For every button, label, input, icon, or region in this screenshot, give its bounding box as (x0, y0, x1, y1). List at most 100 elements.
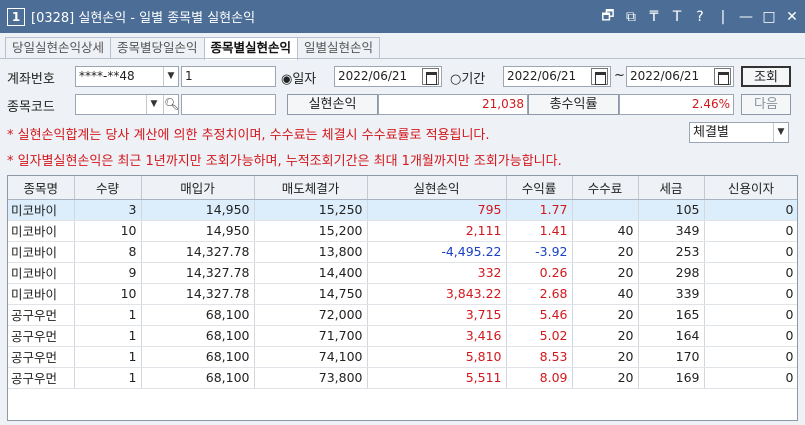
cell-realized-pnl: 5,511 (367, 367, 507, 389)
cell-realized-pnl: 332 (367, 262, 507, 284)
table-row[interactable]: 미코바이 10 14,950 15,200 2,111 1.41 40 349 0 (8, 220, 797, 242)
col-header-tax[interactable]: 세금 (638, 176, 705, 200)
help-icon[interactable]: ? (693, 9, 707, 25)
cell-sell-price: 71,700 (254, 325, 368, 347)
cell-return-rate: 8.09 (506, 367, 573, 389)
col-header-buy-price[interactable]: 매입가 (141, 176, 255, 200)
cell-buy-price: 68,100 (141, 346, 255, 368)
cell-qty: 9 (74, 262, 142, 284)
radio-range[interactable]: ○기간 (450, 68, 485, 87)
filter-select[interactable]: 체결별 ▼ (689, 122, 789, 143)
font-size-icon[interactable]: T (670, 9, 684, 25)
chevron-down-icon[interactable]: ▼ (773, 123, 788, 142)
date-field[interactable]: 2022/06/21 (334, 66, 442, 87)
tab-stock-daily-pnl[interactable]: 종목별당일손익 (110, 37, 205, 59)
cell-tax: 253 (638, 241, 705, 263)
table-row[interactable]: 공구우먼 1 68,100 71,700 3,416 5.02 20 164 0 (8, 325, 797, 347)
radio-date[interactable]: ◉일자 (281, 68, 316, 87)
cell-name: 미코바이 (8, 283, 75, 305)
restore-layout-icon[interactable]: 🗗 (601, 5, 615, 29)
table-row[interactable]: 미코바이 10 14,327.78 14,750 3,843.22 2.68 40 339 0 (8, 283, 797, 305)
tab-daily-realized-pnl[interactable]: 일별실현손익 (297, 37, 381, 59)
realized-pnl-label: 실현손익 (287, 94, 378, 115)
stock-code-field[interactable]: ▼ 🔍︎ (75, 94, 179, 115)
stock-name-field (181, 94, 276, 115)
calendar-icon[interactable] (714, 68, 731, 85)
separator: | (720, 8, 726, 25)
next-button[interactable]: 다음 (741, 94, 791, 115)
col-header-sell-price[interactable]: 매도체결가 (254, 176, 368, 200)
account-sub-field[interactable]: 1 (181, 66, 276, 87)
cell-buy-price: 68,100 (141, 325, 255, 347)
cell-return-rate: 1.77 (506, 199, 573, 221)
chevron-down-icon[interactable]: ▼ (163, 67, 178, 86)
calendar-icon[interactable] (422, 68, 439, 85)
cell-tax: 165 (638, 304, 705, 326)
cell-sell-price: 14,750 (254, 283, 368, 305)
tab-daily-realized-detail[interactable]: 당일실현손익상세 (5, 37, 112, 59)
account-label: 계좌번호 (7, 72, 55, 87)
cell-buy-price: 14,327.78 (141, 241, 255, 263)
cell-tax: 170 (638, 346, 705, 368)
cell-buy-price: 14,327.78 (141, 262, 255, 284)
cell-credit-interest: 0 (704, 367, 797, 389)
table-row[interactable]: 미코바이 3 14,950 15,250 795 1.77 105 0 (8, 199, 797, 221)
table-row[interactable]: 공구우먼 1 68,100 72,000 3,715 5.46 20 165 0 (8, 304, 797, 326)
link-window-icon[interactable]: ⧉ (624, 9, 638, 25)
cell-tax: 105 (638, 199, 705, 221)
total-rate-label: 총수익률 (528, 94, 619, 115)
cell-return-rate: 1.41 (506, 220, 573, 242)
range-end-field[interactable]: 2022/06/21 (626, 66, 734, 87)
col-header-credit-interest[interactable]: 신용이자 (704, 176, 797, 200)
cell-name: 미코바이 (8, 241, 75, 263)
table-row[interactable]: 공구우먼 1 68,100 74,100 5,810 8.53 20 170 0 (8, 346, 797, 368)
cell-credit-interest: 0 (704, 220, 797, 242)
cell-realized-pnl: 5,810 (367, 346, 507, 368)
realized-pnl-value: 21,038 (378, 94, 528, 115)
cell-return-rate: 8.53 (506, 346, 573, 368)
search-icon[interactable]: 🔍︎ (163, 95, 179, 114)
table-row[interactable]: 미코바이 8 14,327.78 13,800 -4,495.22 -3.92 20 253 0 (8, 241, 797, 263)
cell-qty: 3 (74, 199, 142, 221)
realized-pnl-table: 종목명 수량 매입가 매도체결가 실현손익 수익률 수수료 세금 신용이자 미코… (7, 175, 798, 421)
maximize-icon[interactable]: □ (762, 9, 776, 25)
pin-icon[interactable]: ₸ (647, 9, 661, 25)
cell-realized-pnl: 3,715 (367, 304, 507, 326)
col-header-return-rate[interactable]: 수익률 (506, 176, 573, 200)
cell-credit-interest: 0 (704, 199, 797, 221)
cell-buy-price: 14,327.78 (141, 283, 255, 305)
col-header-fee[interactable]: 수수료 (572, 176, 639, 200)
cell-return-rate: 0.26 (506, 262, 573, 284)
code-label: 종목코드 (7, 100, 55, 115)
cell-sell-price: 74,100 (254, 346, 368, 368)
query-button[interactable]: 조회 (741, 66, 791, 87)
cell-realized-pnl: 795 (367, 199, 507, 221)
cell-tax: 349 (638, 220, 705, 242)
chevron-down-icon[interactable]: ▼ (146, 95, 161, 114)
window-controls: 🗗 ⧉ ₸ T ? | — □ ✕ (601, 0, 799, 33)
cell-credit-interest: 0 (704, 304, 797, 326)
cell-sell-price: 14,400 (254, 262, 368, 284)
tab-strip: 당일실현손익상세 종목별당일손익 종목별실현손익 일별실현손익 (5, 37, 381, 60)
close-icon[interactable]: ✕ (785, 9, 799, 25)
range-start-field[interactable]: 2022/06/21 (503, 66, 611, 87)
cell-return-rate: 5.02 (506, 325, 573, 347)
total-rate-value: 2.46% (619, 94, 734, 115)
window-number-badge: 1 (7, 7, 25, 26)
title-bar: 1 [0328] 실현손익 - 일별 종목별 실현손익 🗗 ⧉ ₸ T ? | … (0, 0, 805, 33)
table-row[interactable]: 공구우먼 1 68,100 73,800 5,511 8.09 20 169 0 (8, 367, 797, 389)
col-header-realized-pnl[interactable]: 실현손익 (367, 176, 507, 200)
cell-name: 미코바이 (8, 199, 75, 221)
table-row[interactable]: 미코바이 9 14,327.78 14,400 332 0.26 20 298 0 (8, 262, 797, 284)
cell-tax: 298 (638, 262, 705, 284)
tab-stock-realized-pnl[interactable]: 종목별실현손익 (203, 37, 299, 60)
minimize-icon[interactable]: — (739, 9, 753, 25)
cell-qty: 8 (74, 241, 142, 263)
cell-name: 공구우먼 (8, 346, 75, 368)
cell-credit-interest: 0 (704, 346, 797, 368)
note-estimate: * 실현손익합계는 당사 계산에 의한 추정치이며, 수수료는 체결시 수수료률… (7, 128, 490, 143)
account-number-field[interactable]: ****-**48 ▼ (75, 66, 179, 87)
calendar-icon[interactable] (591, 68, 608, 85)
col-header-name[interactable]: 종목명 (8, 176, 75, 200)
col-header-qty[interactable]: 수량 (74, 176, 142, 200)
